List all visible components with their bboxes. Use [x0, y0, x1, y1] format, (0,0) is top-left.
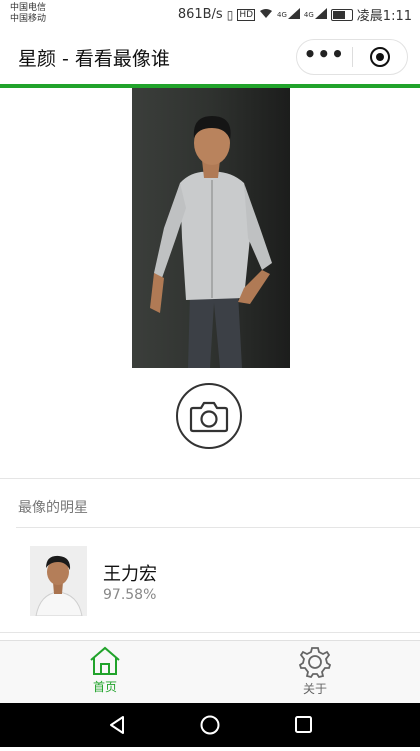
back-icon[interactable]: [110, 716, 124, 734]
close-button[interactable]: [353, 40, 408, 74]
clock: 凌晨1:11: [356, 9, 412, 24]
take-photo-button[interactable]: [176, 383, 242, 449]
camera-icon: [189, 401, 229, 433]
celebrity-name: 王力宏: [103, 564, 157, 585]
recents-icon[interactable]: [295, 716, 312, 733]
battery-icon: [330, 8, 353, 21]
signal-1-icon: [287, 7, 300, 22]
page-title: 星颜 - 看看最像谁: [18, 48, 170, 70]
target-circle-icon: [369, 47, 390, 67]
tab-bar: 首页 关于: [0, 640, 420, 703]
nav-bar: 星颜 - 看看最像谁 •••: [0, 30, 420, 88]
signal-1-label: 4G: [277, 10, 287, 19]
tab-home[interactable]: 首页: [0, 641, 210, 703]
person-photo-illustration: [132, 88, 290, 368]
celebrity-avatar: [30, 546, 87, 616]
hd-icon: HD: [237, 8, 256, 21]
signal-2-icon: [314, 7, 327, 22]
status-indicators: 861B/s ▯ HD 4G 4G 凌晨1:11: [178, 5, 412, 24]
uploaded-photo: [132, 88, 290, 368]
similarity-score: 97.58%: [103, 587, 157, 603]
home-circle-icon[interactable]: [200, 715, 220, 735]
tab-about-label: 关于: [302, 682, 327, 696]
status-bar: 中国电信 中国移动 861B/s ▯ HD 4G 4G 凌晨1:11: [0, 0, 420, 30]
miniprogram-capsule: •••: [296, 39, 408, 75]
vibrate-icon: ▯: [226, 7, 234, 22]
divider: [0, 632, 420, 633]
tab-about[interactable]: 关于: [210, 641, 420, 703]
section-title: 最像的明星: [18, 500, 88, 516]
tab-home-label: 首页: [92, 680, 117, 694]
signal-2-label: 4G: [303, 10, 314, 19]
carrier-1: 中国电信: [10, 3, 47, 13]
divider: [16, 527, 420, 528]
wifi-icon: [259, 8, 273, 22]
system-nav-bar: [0, 703, 420, 747]
result-item[interactable]: 王力宏 97.58%: [0, 540, 420, 620]
gear-icon: [298, 647, 332, 678]
more-dots-icon: •••: [303, 42, 345, 66]
carrier-2: 中国移动: [10, 14, 47, 24]
divider: [0, 478, 420, 479]
network-speed: 861B/s: [177, 7, 223, 22]
home-icon: [90, 646, 120, 675]
more-button[interactable]: •••: [297, 40, 352, 74]
carrier-info: 中国电信 中国移动: [10, 3, 46, 25]
